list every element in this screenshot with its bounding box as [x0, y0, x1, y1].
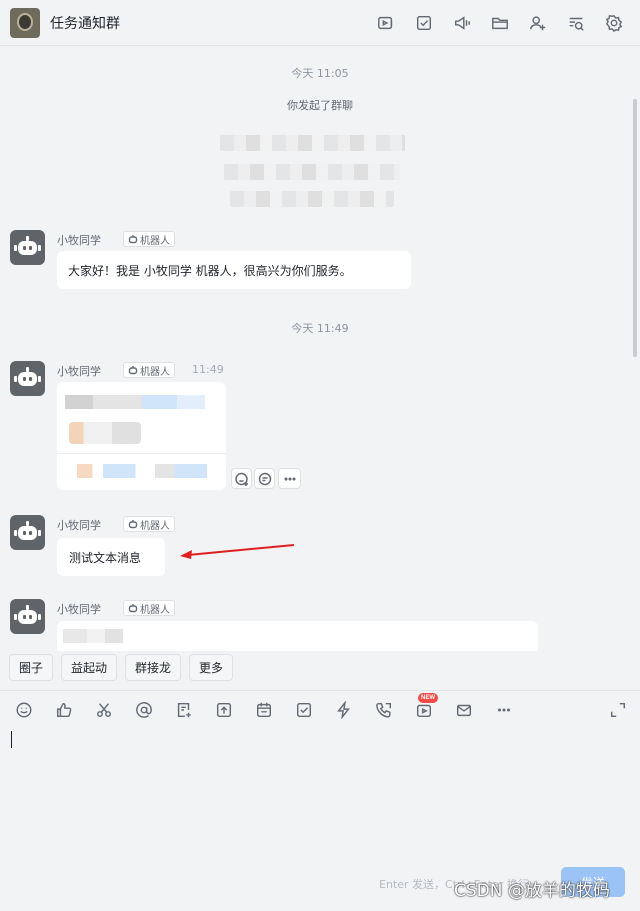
screenshot-icon[interactable]: [93, 699, 115, 721]
message-time: 11:49: [192, 363, 224, 376]
red-arrow-annotation: [180, 544, 295, 559]
chat-header: 任务通知群: [0, 0, 640, 46]
watermark: CSDN @放羊的牧码: [454, 881, 610, 901]
system-message: 你发起了群聊: [287, 99, 353, 112]
sender-name[interactable]: 小牧同学: [57, 517, 101, 533]
calendar-icon[interactable]: [253, 699, 275, 721]
sender-name[interactable]: 小牧同学: [57, 232, 101, 248]
bot-tag-label: 机器人: [140, 520, 170, 532]
thumbs-up-icon[interactable]: [53, 699, 75, 721]
bot-tag: 机器人: [123, 362, 175, 378]
robot-icon: [128, 235, 138, 244]
blurred-content: [77, 464, 207, 478]
sender-name[interactable]: 小牧同学: [57, 601, 101, 617]
emoji-add-icon: [234, 472, 248, 486]
bot-tag-label: 机器人: [140, 235, 170, 247]
bot-avatar[interactable]: [10, 599, 45, 634]
message-bubble[interactable]: 测试文本消息: [57, 538, 165, 576]
video-meeting-icon[interactable]: [375, 12, 397, 34]
quick-action-icon[interactable]: [333, 699, 355, 721]
task-icon[interactable]: [293, 699, 315, 721]
message-list[interactable]: 今天 11:05 你发起了群聊 小牧同学 机器人 大家好！我是 小牧同学 机器人…: [0, 47, 640, 651]
more-icon[interactable]: [493, 699, 515, 721]
reply-icon: [258, 472, 271, 485]
blurred-content: [65, 395, 205, 409]
more-actions-button[interactable]: [278, 468, 301, 489]
blurred-content: [224, 164, 400, 180]
bot-tag: 机器人: [123, 231, 175, 247]
bot-tag: 机器人: [123, 516, 175, 532]
group-title[interactable]: 任务通知群: [50, 13, 120, 33]
bot-tag-label: 机器人: [140, 366, 170, 378]
upload-icon[interactable]: [213, 699, 235, 721]
bot-avatar[interactable]: [10, 361, 45, 396]
robot-icon: [128, 520, 138, 529]
emoji-icon[interactable]: [13, 699, 35, 721]
reply-button[interactable]: [254, 468, 275, 489]
message-bubble[interactable]: [57, 621, 538, 651]
blurred-content: [220, 135, 405, 151]
robot-icon: [128, 604, 138, 613]
bot-tag-label: 机器人: [140, 604, 170, 616]
more-icon: [283, 476, 296, 481]
call-icon[interactable]: [373, 699, 395, 721]
chip-charity[interactable]: 益起动: [61, 654, 118, 681]
message-bubble[interactable]: 大家好！我是 小牧同学 机器人，很高兴为你们服务。: [57, 251, 411, 289]
doc-add-icon[interactable]: [173, 699, 195, 721]
robot-icon: [128, 366, 138, 375]
mail-icon[interactable]: [453, 699, 475, 721]
message-input[interactable]: [0, 726, 640, 866]
message-card[interactable]: [57, 382, 226, 490]
add-reaction-button[interactable]: [231, 468, 252, 489]
blurred-content: [69, 422, 141, 444]
mention-icon[interactable]: [133, 699, 155, 721]
chip-circle[interactable]: 圈子: [9, 654, 54, 681]
search-history-icon[interactable]: [565, 12, 587, 34]
bot-avatar[interactable]: [10, 230, 45, 265]
scrollbar[interactable]: [633, 99, 637, 357]
text-caret: [11, 731, 12, 748]
add-member-icon[interactable]: [527, 12, 549, 34]
quick-apps-bar: 圈子 益起动 群接龙 更多: [9, 654, 234, 682]
blurred-content: [230, 191, 394, 207]
folder-icon[interactable]: [489, 12, 511, 34]
sender-name[interactable]: 小牧同学: [57, 363, 101, 379]
todo-icon[interactable]: [413, 12, 435, 34]
new-badge: NEW: [418, 693, 438, 703]
time-separator: 今天 11:49: [291, 322, 349, 335]
bot-tag: 机器人: [123, 600, 175, 616]
announcement-icon[interactable]: [451, 12, 473, 34]
chip-group-solitaire[interactable]: 群接龙: [125, 654, 182, 681]
expand-icon[interactable]: [607, 699, 629, 721]
bot-avatar[interactable]: [10, 515, 45, 550]
time-separator: 今天 11:05: [291, 67, 349, 80]
group-avatar[interactable]: [10, 8, 40, 38]
settings-icon[interactable]: [603, 12, 625, 34]
chip-more[interactable]: 更多: [189, 654, 234, 681]
